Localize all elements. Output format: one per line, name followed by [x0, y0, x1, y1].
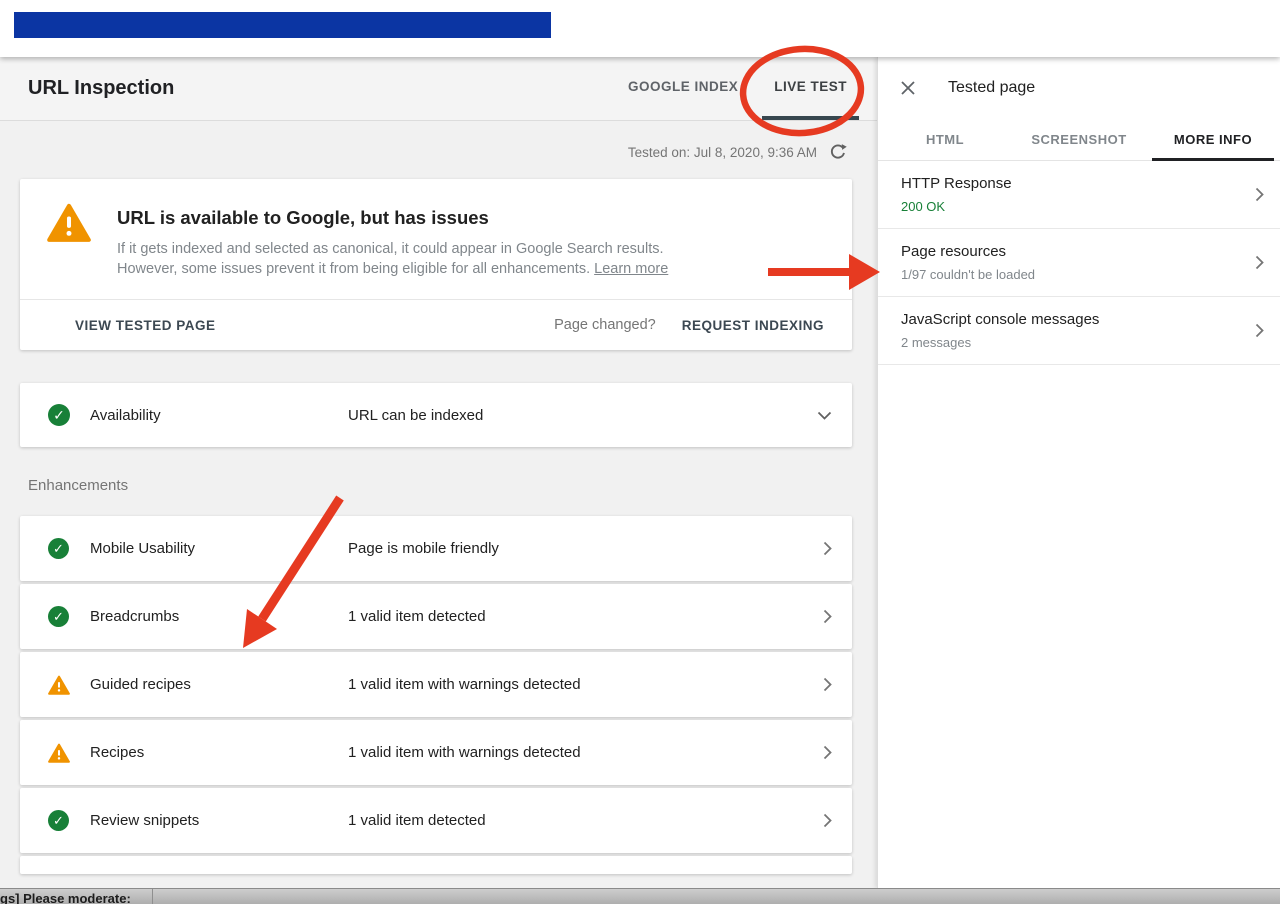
list-item-mobile-usability[interactable]: ✓ Mobile Usability Page is mobile friend… [20, 516, 852, 581]
row-label: Review snippets [90, 812, 348, 829]
verdict-body: If it gets indexed and selected as canon… [117, 239, 727, 279]
check-circle-icon: ✓ [48, 810, 70, 831]
background-window-bar: gs] Please moderate: [0, 888, 1280, 904]
bar-divider [152, 889, 153, 904]
item-text: HTTP Response 200 OK [901, 175, 1255, 214]
page-title: URL Inspection [28, 77, 616, 100]
refresh-icon[interactable] [829, 143, 847, 161]
row-label: Mobile Usability [90, 540, 348, 557]
list-item-breadcrumbs[interactable]: ✓ Breadcrumbs 1 valid item detected [20, 584, 852, 649]
more-info-list: HTTP Response 200 OK Page resources 1/97… [878, 161, 1280, 365]
inspection-header: URL Inspection GOOGLE INDEX LIVE TEST [0, 57, 877, 121]
row-label: Breadcrumbs [90, 608, 348, 625]
check-circle-icon: ✓ [48, 606, 70, 627]
tested-page-panel: Tested page HTML SCREENSHOT MORE INFO HT… [877, 57, 1280, 888]
list-item-recipes[interactable]: Recipes 1 valid item with warnings detec… [20, 720, 852, 785]
list-item-http-response[interactable]: HTTP Response 200 OK [878, 161, 1280, 229]
tested-page-title: Tested page [948, 79, 1035, 97]
row-label: Recipes [90, 744, 348, 761]
chevron-right-icon[interactable] [1255, 187, 1264, 202]
warning-icon [47, 203, 91, 279]
availability-card[interactable]: ✓ Availability URL can be indexed [20, 383, 852, 447]
redacted-url-bar [14, 12, 551, 38]
item-title: HTTP Response [901, 175, 1255, 192]
inspection-tabs: GOOGLE INDEX LIVE TEST [616, 57, 859, 120]
verdict-main: URL is available to Google, but has issu… [20, 179, 852, 299]
chevron-right-icon[interactable] [1255, 255, 1264, 270]
availability-label: Availability [90, 407, 348, 424]
chevron-right-icon[interactable] [823, 677, 832, 692]
availability-status: URL can be indexed [348, 407, 817, 424]
request-indexing-button[interactable]: REQUEST INDEXING [682, 318, 824, 333]
tab-more-info[interactable]: MORE INFO [1146, 118, 1280, 160]
verdict-footer: VIEW TESTED PAGE Page changed? REQUEST I… [20, 299, 852, 350]
list-item-review-snippets[interactable]: ✓ Review snippets 1 valid item detected [20, 788, 852, 853]
tested-page-tabs: HTML SCREENSHOT MORE INFO [878, 118, 1280, 161]
learn-more-link[interactable]: Learn more [594, 261, 668, 277]
row-status: 1 valid item with warnings detected [348, 744, 823, 761]
row-status: 1 valid item detected [348, 608, 823, 625]
tested-on-row: Tested on: Jul 8, 2020, 9:36 AM [20, 121, 852, 179]
verdict-body-text: If it gets indexed and selected as canon… [117, 241, 664, 277]
verdict-footer-right: Page changed? REQUEST INDEXING [554, 317, 824, 333]
verdict-card: URL is available to Google, but has issu… [20, 179, 852, 350]
tested-page-header: Tested page [878, 57, 1280, 118]
row-status: Page is mobile friendly [348, 540, 823, 557]
inspection-column: URL Inspection GOOGLE INDEX LIVE TEST Te… [0, 57, 877, 888]
inspection-content: Tested on: Jul 8, 2020, 9:36 AM [0, 121, 877, 874]
check-circle-icon: ✓ [48, 538, 70, 559]
item-title: Page resources [901, 243, 1255, 260]
warning-icon [48, 675, 70, 695]
item-title: JavaScript console messages [901, 311, 1255, 328]
item-subtitle: 1/97 couldn't be loaded [901, 267, 1255, 282]
page-changed-label: Page changed? [554, 317, 656, 333]
item-text: Page resources 1/97 couldn't be loaded [901, 243, 1255, 282]
item-subtitle: 2 messages [901, 335, 1255, 350]
list-item-js-console-messages[interactable]: JavaScript console messages 2 messages [878, 297, 1280, 365]
row-label: Guided recipes [90, 676, 348, 693]
view-tested-page-button[interactable]: VIEW TESTED PAGE [75, 318, 216, 333]
check-circle-icon: ✓ [48, 404, 70, 426]
chevron-right-icon[interactable] [823, 609, 832, 624]
tab-html[interactable]: HTML [878, 118, 1012, 160]
tab-live-test[interactable]: LIVE TEST [762, 57, 859, 120]
row-status: 1 valid item detected [348, 812, 823, 829]
tab-google-index[interactable]: GOOGLE INDEX [616, 57, 750, 120]
list-item-guided-recipes[interactable]: Guided recipes 1 valid item with warning… [20, 652, 852, 717]
tested-on-label: Tested on: Jul 8, 2020, 9:36 AM [628, 145, 817, 160]
close-icon[interactable] [898, 78, 918, 98]
chevron-right-icon[interactable] [823, 745, 832, 760]
item-text: JavaScript console messages 2 messages [901, 311, 1255, 350]
screen: URL Inspection GOOGLE INDEX LIVE TEST Te… [0, 0, 1280, 904]
tab-screenshot[interactable]: SCREENSHOT [1012, 118, 1146, 160]
chevron-right-icon[interactable] [823, 813, 832, 828]
list-item-page-resources[interactable]: Page resources 1/97 couldn't be loaded [878, 229, 1280, 297]
verdict-text: URL is available to Google, but has issu… [117, 203, 727, 279]
warning-icon [48, 743, 70, 763]
list-item-partial [20, 856, 852, 874]
chevron-down-icon[interactable] [817, 411, 832, 420]
background-window-text: gs] Please moderate: [0, 891, 131, 904]
row-status: 1 valid item with warnings detected [348, 676, 823, 693]
item-subtitle: 200 OK [901, 199, 1255, 214]
verdict-title: URL is available to Google, but has issu… [117, 207, 727, 229]
chevron-right-icon[interactable] [1255, 323, 1264, 338]
url-inspection-app: URL Inspection GOOGLE INDEX LIVE TEST Te… [0, 57, 1280, 888]
browser-top-strip [0, 0, 1280, 57]
enhancements-heading: Enhancements [28, 477, 852, 494]
chevron-right-icon[interactable] [823, 541, 832, 556]
